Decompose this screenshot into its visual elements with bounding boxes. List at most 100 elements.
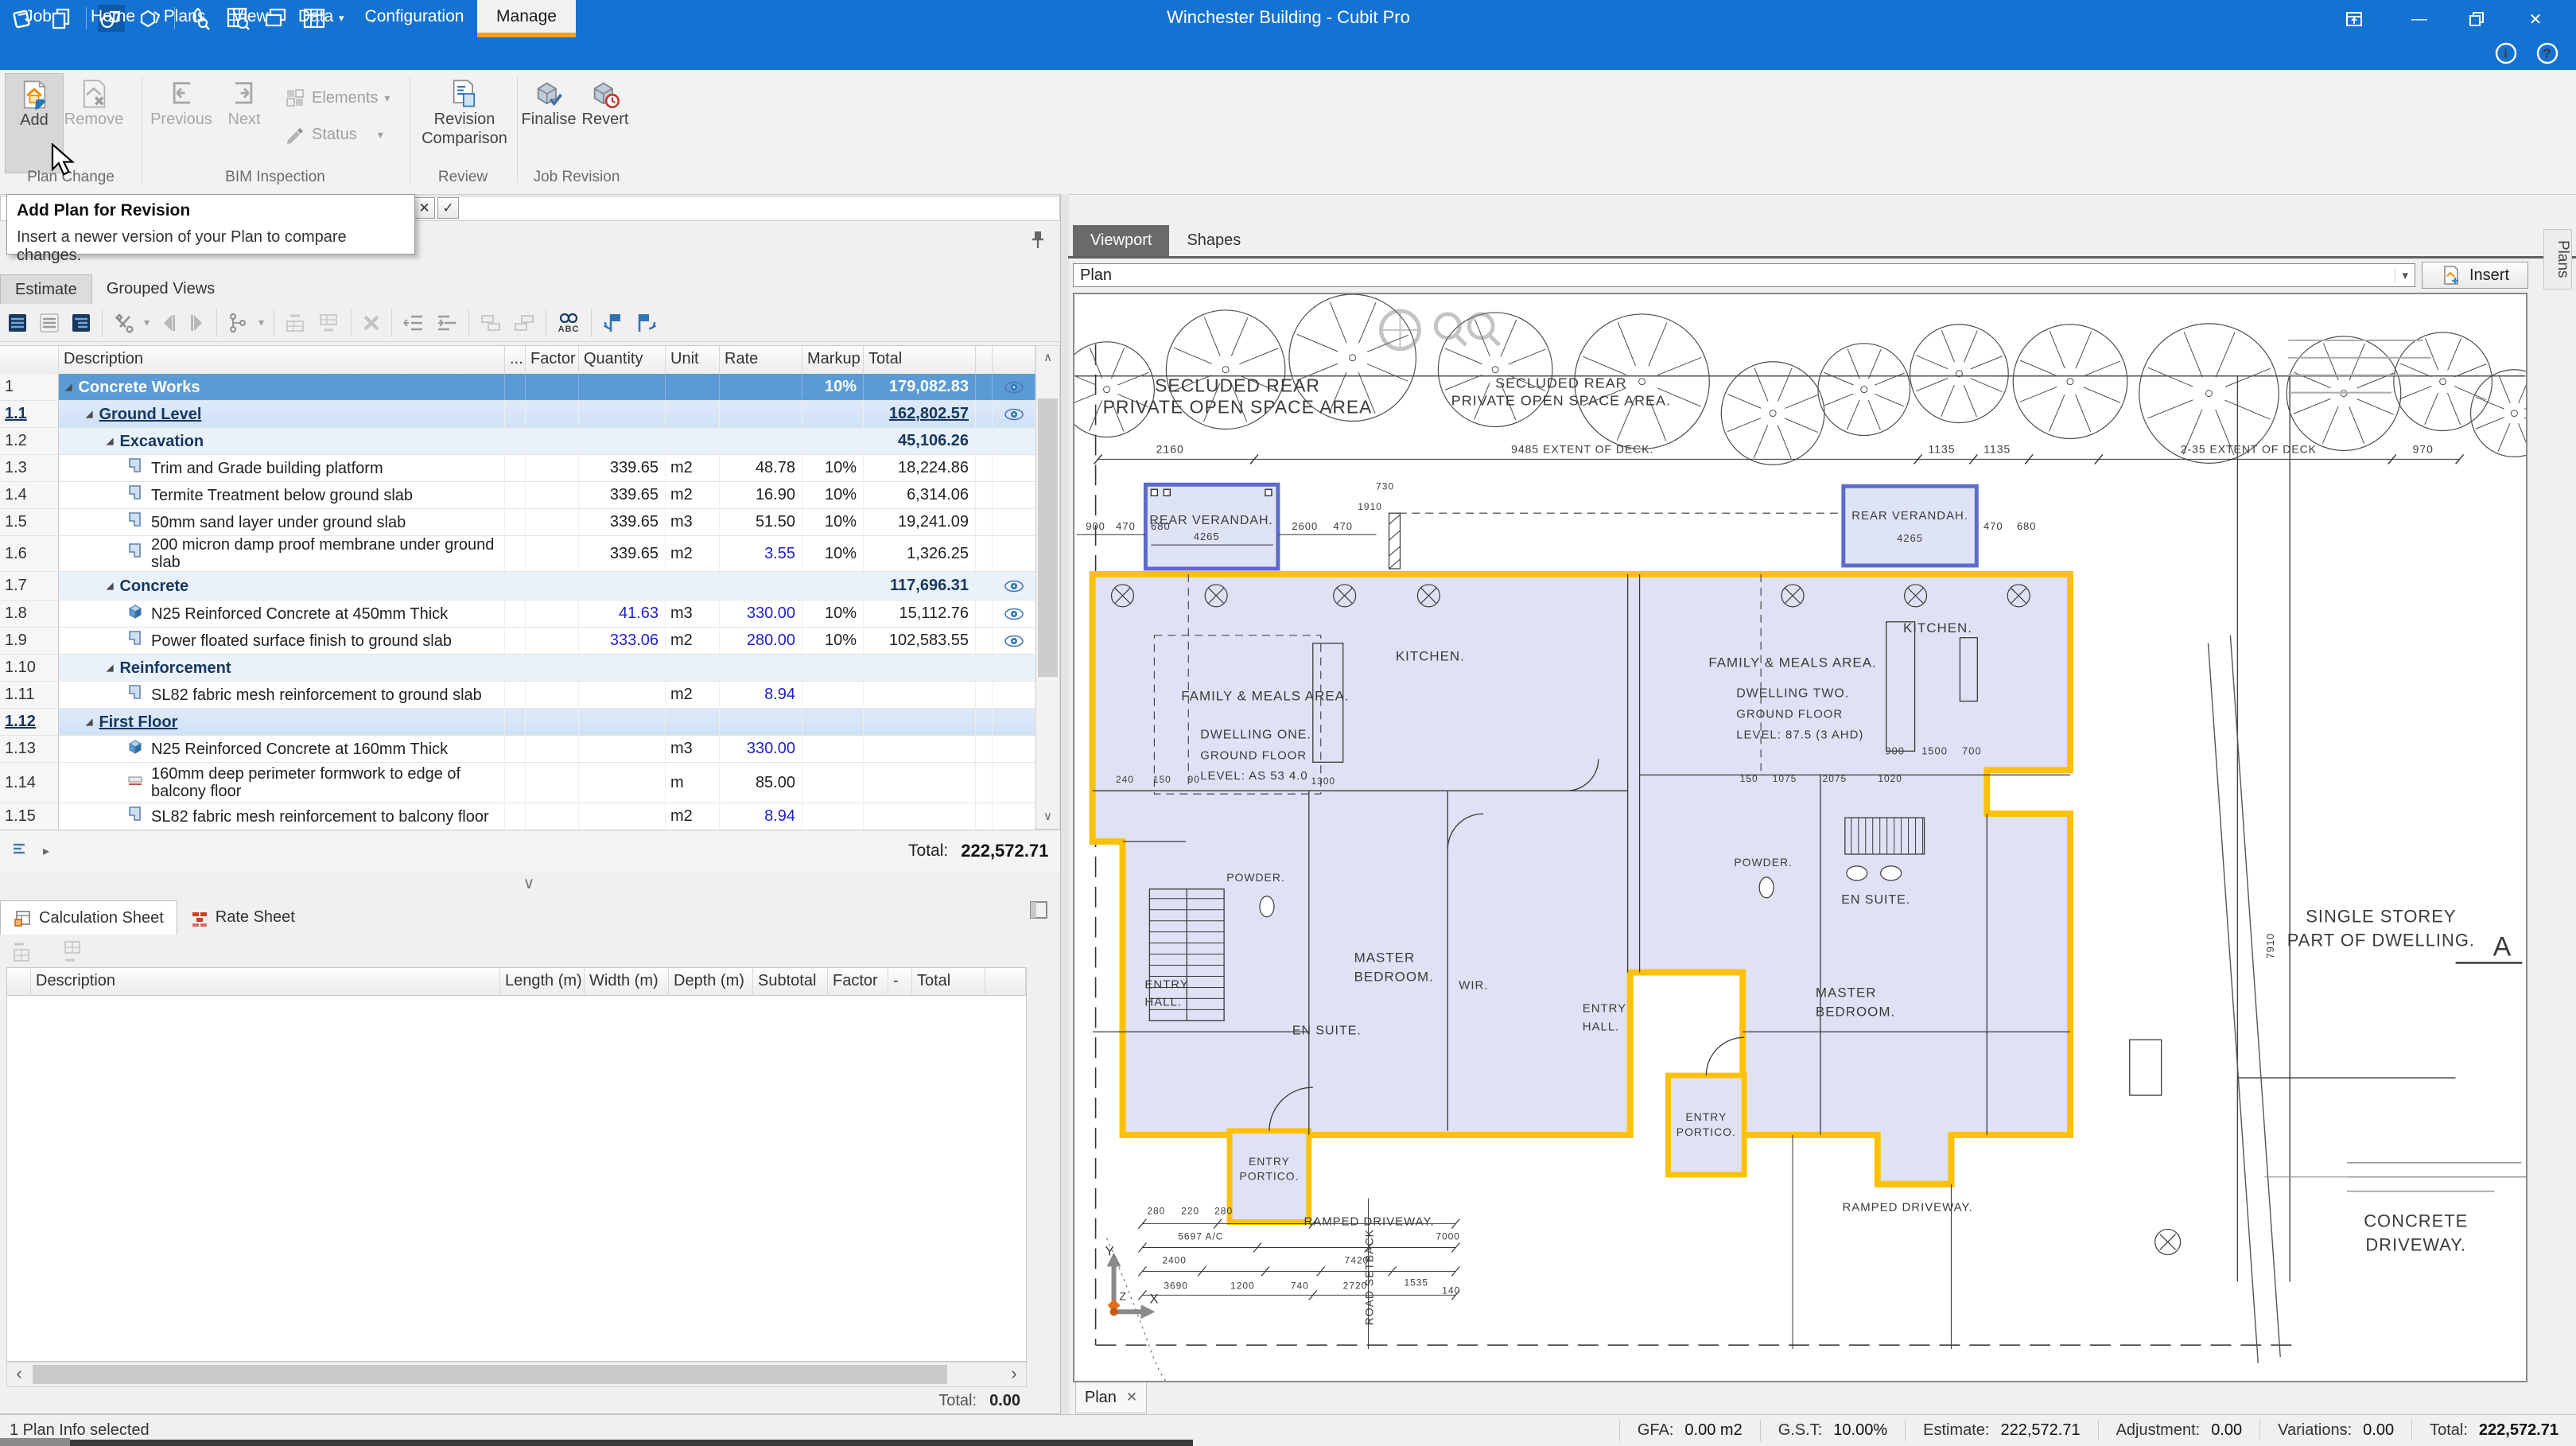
column-header[interactable] <box>0 346 59 375</box>
column-header[interactable]: Factor <box>828 968 888 995</box>
flag-previous-icon[interactable] <box>601 311 625 335</box>
outdent-icon[interactable] <box>402 313 425 333</box>
column-header[interactable]: Total <box>864 346 976 375</box>
scrollbar-thumb[interactable] <box>33 1365 947 1384</box>
visibility-eye[interactable] <box>993 401 1035 427</box>
view-summary-icon[interactable] <box>38 312 60 334</box>
visibility-eye[interactable] <box>993 482 1035 508</box>
combo-dropdown-icon[interactable]: ▾ <box>2395 268 2408 282</box>
column-header[interactable]: Length (m) <box>500 968 585 995</box>
visibility-eye[interactable] <box>993 709 1035 735</box>
plan-viewport[interactable]: SECLUDED REAR PRIVATE OPEN SPACE AREA SE… <box>1073 293 2527 1382</box>
revision-comparison-button[interactable]: Revision Comparison <box>415 73 514 172</box>
column-header[interactable]: Markup <box>802 346 864 375</box>
table-row[interactable]: 1.4Termite Treatment below ground slab33… <box>0 482 1035 509</box>
tab-home[interactable]: Home <box>83 0 143 33</box>
help-icon[interactable]: ? <box>2534 40 2561 67</box>
visibility-eye[interactable] <box>993 628 1035 654</box>
revert-button[interactable]: Revert <box>579 73 631 172</box>
visibility-eye[interactable] <box>993 736 1035 762</box>
column-header[interactable]: Depth (m) <box>669 968 753 995</box>
flag-next-icon[interactable] <box>635 311 659 335</box>
visibility-eye[interactable] <box>993 509 1035 535</box>
visibility-eye[interactable] <box>993 572 1035 600</box>
expand-icon[interactable]: ◢ <box>86 409 92 419</box>
finalise-button[interactable]: Finalise <box>522 73 576 172</box>
column-header[interactable]: Unit <box>666 346 720 375</box>
tab-configuration[interactable]: Configuration <box>356 0 472 33</box>
panel-collapse-icon[interactable]: ∨ <box>501 873 557 897</box>
column-header[interactable]: - <box>888 968 912 995</box>
expand-total-icon[interactable]: ▸ <box>43 843 49 859</box>
tab-grouped-views[interactable]: Grouped Views <box>92 274 229 304</box>
tree-levels-icon[interactable] <box>227 312 249 334</box>
cancel-edit-button[interactable]: ✕ <box>414 197 435 219</box>
table-row[interactable]: 1.3Trim and Grade building platform339.6… <box>0 455 1035 482</box>
previous-button[interactable]: Previous <box>150 73 213 172</box>
row-menu-icon[interactable] <box>11 841 32 862</box>
visibility-eye[interactable] <box>993 682 1035 708</box>
restore-icon[interactable] <box>2461 6 2492 32</box>
close-icon[interactable]: ✕ <box>2520 6 2551 32</box>
table-row[interactable]: 1.12◢First Floor <box>0 709 1035 736</box>
visibility-eye[interactable] <box>993 455 1035 481</box>
plan-select-combobox[interactable]: Plan ▾ <box>1073 263 2415 287</box>
tab-calculation-sheet[interactable]: Calculation Sheet <box>0 900 177 935</box>
info-icon[interactable]: i <box>2492 40 2520 67</box>
visibility-eye[interactable] <box>993 374 1035 400</box>
table-row[interactable]: 1◢Concrete Works10%179,082.83 <box>0 374 1035 401</box>
indent-icon[interactable] <box>435 313 459 333</box>
column-header[interactable]: Quantity <box>579 346 666 375</box>
column-header[interactable]: Rate <box>720 346 802 375</box>
insert-row-below-icon[interactable] <box>317 312 341 334</box>
insert-plan-button[interactable]: Insert <box>2422 262 2528 289</box>
table-row[interactable]: 1.8N25 Reinforced Concrete at 450mm Thic… <box>0 601 1035 628</box>
calc-table-body[interactable] <box>6 996 1027 1362</box>
insert-column-icon[interactable] <box>11 939 41 966</box>
tab-viewport[interactable]: Viewport <box>1073 225 1169 256</box>
tab-plans[interactable]: Plans <box>156 0 213 33</box>
next-button[interactable]: Next <box>216 73 272 172</box>
table-row[interactable]: 1.13N25 Reinforced Concrete at 160mm Thi… <box>0 736 1035 763</box>
column-header[interactable]: ... <box>505 346 526 375</box>
minimize-icon[interactable]: — <box>2403 6 2435 32</box>
insert-row-icon[interactable] <box>62 939 92 966</box>
delete-row-icon[interactable] <box>361 313 382 333</box>
visibility-eye[interactable] <box>993 601 1035 627</box>
insert-row-above-icon[interactable] <box>284 312 308 334</box>
tab-manage[interactable]: Manage <box>477 0 576 33</box>
elements-button[interactable]: Elements▾ <box>285 87 390 108</box>
calc-horizontal-scrollbar[interactable]: ‹ › <box>6 1362 1027 1387</box>
expand-calc-panel-icon[interactable] <box>1028 899 1051 927</box>
visibility-eye[interactable] <box>993 803 1035 830</box>
ribbon-display-icon[interactable] <box>2338 6 2370 32</box>
expand-icon[interactable]: ◢ <box>107 663 113 673</box>
column-header[interactable] <box>993 346 1035 375</box>
table-row[interactable]: 1.2◢Excavation45,106.26 <box>0 428 1035 455</box>
move-down-level-icon[interactable] <box>512 313 536 333</box>
expand-icon[interactable]: ◢ <box>107 436 113 446</box>
estimate-vertical-scrollbar[interactable]: ∧ ∨ <box>1035 345 1060 830</box>
column-header[interactable] <box>7 968 31 995</box>
scroll-left-icon[interactable]: ‹ <box>7 1362 31 1386</box>
tree-levels-dropdown-icon[interactable]: ▾ <box>258 316 264 329</box>
table-row[interactable]: 1.1◢Ground Level162,802.57 <box>0 401 1035 428</box>
table-row[interactable]: 1.15SL82 fabric mesh reinforcement to ba… <box>0 803 1035 830</box>
scroll-up-icon[interactable]: ∧ <box>1036 346 1059 370</box>
scroll-right-icon[interactable]: › <box>1002 1362 1026 1386</box>
find-abc-icon[interactable]: ABC <box>556 311 581 335</box>
visibility-eye[interactable] <box>993 655 1035 681</box>
table-row[interactable]: 1.7◢Concrete117,696.31 <box>0 572 1035 601</box>
view-detailed-icon[interactable] <box>6 312 29 334</box>
tab-rate-sheet[interactable]: Rate Sheet <box>177 900 308 935</box>
visibility-eye[interactable] <box>993 536 1035 571</box>
column-header[interactable] <box>985 968 1026 995</box>
column-header[interactable]: Total <box>912 968 985 995</box>
column-header[interactable]: Description <box>59 346 505 375</box>
expand-icon[interactable]: ◢ <box>65 382 72 392</box>
pin-panel-icon[interactable] <box>1029 229 1047 255</box>
nav-forward-icon[interactable] <box>188 312 207 334</box>
expand-icon[interactable]: ◢ <box>86 717 92 727</box>
scrollbar-thumb[interactable] <box>1038 398 1058 677</box>
status-button[interactable]: Status▾ <box>285 124 383 145</box>
